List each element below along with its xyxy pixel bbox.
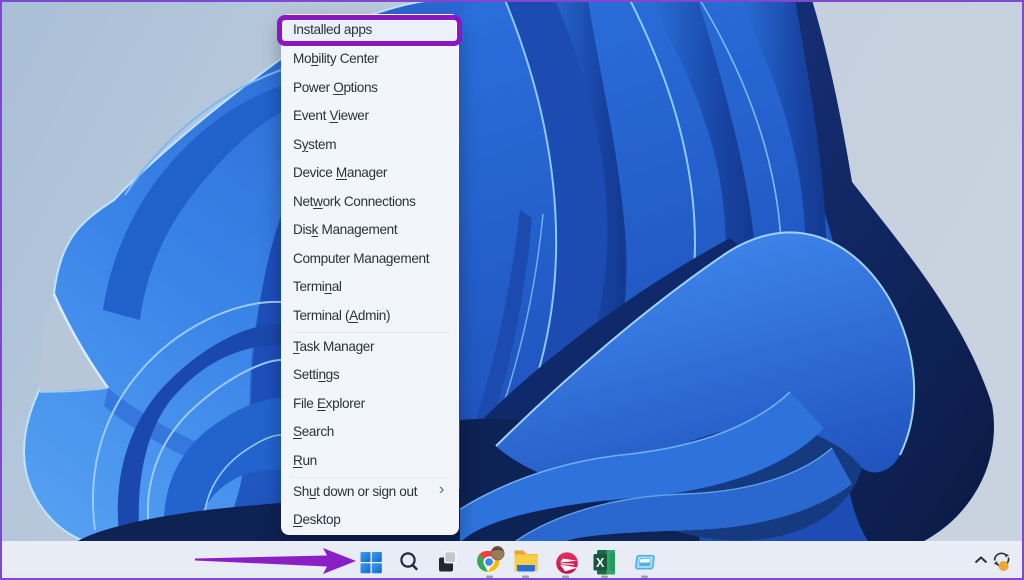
svg-text:X: X	[596, 556, 605, 570]
